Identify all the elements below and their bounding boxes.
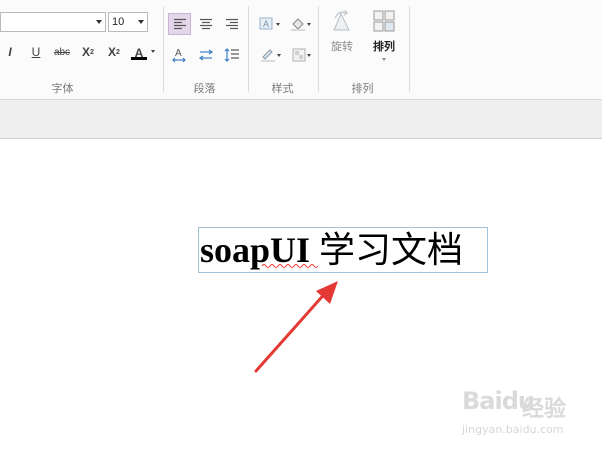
align-left-icon [173, 18, 186, 30]
arrange-label: 排列 [373, 40, 395, 53]
align-left-button[interactable] [168, 13, 191, 35]
document-text: soapUI 学习文档 [200, 230, 463, 270]
document-text-box[interactable]: soapUI 学习文档 [198, 227, 488, 273]
group-label-paragraph: 段落 [193, 82, 216, 95]
ruler-area [0, 100, 602, 139]
character-spacing-icon [198, 49, 214, 61]
subscript-base: X [108, 45, 117, 59]
italic-button[interactable]: I [2, 42, 18, 62]
superscript-base: X [82, 45, 91, 59]
chevron-down-icon [307, 23, 311, 26]
rotate-button[interactable]: 旋转 [324, 8, 360, 62]
font-color-bar [131, 57, 147, 60]
line-spacing-button[interactable] [221, 44, 243, 66]
superscript-button[interactable]: X2 [78, 42, 98, 62]
paint-bucket-icon [291, 18, 305, 31]
align-center-icon [200, 18, 212, 30]
chevron-down-icon [277, 54, 281, 57]
baidu-jingyan-watermark: Baidu 经验 jingyan.baidu.com [462, 385, 592, 440]
arrange-button[interactable]: 排列 [366, 8, 402, 66]
shadow-effect-button[interactable] [286, 44, 312, 66]
italic-label: I [8, 45, 12, 59]
annotation-arrow [254, 281, 338, 373]
align-right-button[interactable] [221, 13, 243, 35]
shape-style-icon: A [259, 17, 273, 30]
watermark-url: jingyan.baidu.com [462, 423, 564, 436]
chevron-down-icon [138, 20, 144, 24]
document-text-regular: 学习文档 [310, 230, 464, 270]
underline-label: U [31, 45, 41, 59]
chevron-down-icon [151, 50, 155, 53]
font-size-dropdown[interactable]: 10 [108, 12, 148, 32]
group-label-style: 样式 [271, 82, 294, 95]
line-color-button[interactable] [254, 44, 282, 66]
pen-line-icon [261, 49, 275, 62]
svg-text:A: A [175, 48, 182, 59]
watermark-brand-cn: 经验 [522, 397, 567, 422]
superscript-mark: 2 [90, 48, 94, 56]
divider [318, 6, 319, 92]
divider [163, 6, 164, 92]
divider [248, 6, 249, 92]
strikethrough-button[interactable]: abc [50, 42, 74, 62]
line-spacing-icon [224, 48, 239, 62]
character-spacing-button[interactable] [195, 44, 217, 66]
align-center-button[interactable] [195, 13, 217, 35]
underline-button[interactable]: U [27, 42, 45, 62]
divider [409, 6, 410, 92]
font-color-button[interactable]: A [128, 40, 158, 64]
chevron-down-icon [307, 54, 311, 57]
svg-text:A: A [263, 19, 269, 29]
chevron-down-icon [96, 20, 102, 24]
font-name-dropdown[interactable] [0, 12, 106, 32]
arrange-grid-icon [373, 10, 395, 32]
chevron-down-icon [382, 58, 386, 61]
strikethrough-label: abc [53, 46, 71, 58]
chevron-down-icon [276, 23, 280, 26]
group-label-font: 字体 [51, 82, 74, 95]
subscript-button[interactable]: X2 [104, 42, 124, 62]
shape-style-button[interactable]: A [254, 13, 280, 35]
shadow-effect-icon [292, 48, 306, 62]
rotate-icon [333, 9, 350, 31]
text-direction-icon: A [172, 48, 186, 63]
spellcheck-underline [262, 264, 319, 268]
group-label-arrange: 排列 [351, 82, 374, 95]
subscript-mark: 2 [116, 48, 120, 56]
font-size-value: 10 [112, 16, 125, 28]
text-direction-button[interactable]: A [168, 44, 190, 66]
fill-color-button[interactable] [284, 13, 312, 35]
ribbon-toolbar: 10 I U abc X2 X2 A 字体 A 段落 A 样式 旋转 排列 排列 [0, 0, 602, 100]
rotate-label: 旋转 [331, 40, 353, 53]
align-right-icon [226, 18, 238, 30]
